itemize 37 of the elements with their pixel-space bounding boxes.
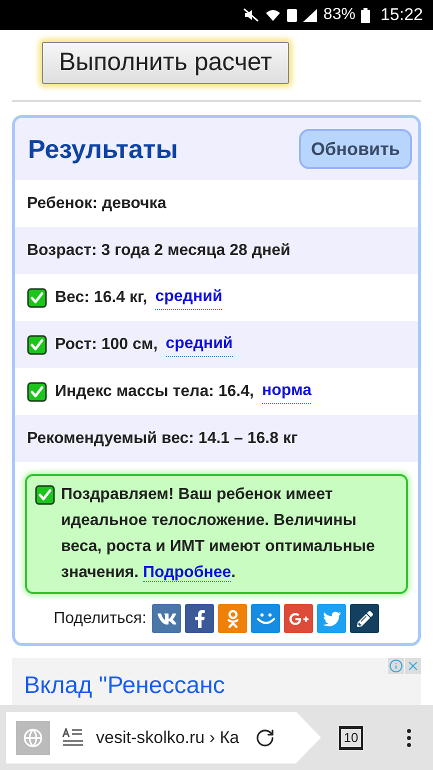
checkmark-icon xyxy=(27,382,47,402)
signal-icon xyxy=(303,8,318,22)
bird-icon xyxy=(322,610,341,628)
more-link[interactable]: Подробнее xyxy=(143,564,232,582)
result-text: Возраст: 3 года 2 месяца 28 дней xyxy=(27,240,290,260)
result-text: Вес: 16.4 кг, xyxy=(55,288,148,308)
result-text: Индекс массы тела: 16.4, xyxy=(55,382,254,402)
share-label: Поделиться: xyxy=(54,608,146,628)
reload-icon[interactable] xyxy=(255,728,276,748)
checkmark-icon xyxy=(27,288,47,308)
globe-icon xyxy=(16,720,50,754)
result-link[interactable]: средний xyxy=(166,332,233,357)
refresh-button[interactable]: Обновить xyxy=(299,129,412,169)
share-button[interactable] xyxy=(185,604,214,633)
smile-icon xyxy=(256,612,276,626)
result-text: Рекомендуемый вес: 14.1 – 16.8 кг xyxy=(27,428,298,448)
reader-icon[interactable] xyxy=(62,728,84,748)
result-link[interactable]: норма xyxy=(262,379,312,404)
result-link[interactable]: средний xyxy=(155,285,222,310)
mute-icon xyxy=(243,8,260,22)
wifi-icon xyxy=(265,8,282,22)
calculate-button[interactable]: Выполнить расчет xyxy=(42,42,289,84)
battery-icon xyxy=(361,8,370,22)
pencil-icon xyxy=(356,610,373,626)
checkmark-icon xyxy=(35,485,55,505)
clock: 15:22 xyxy=(380,4,423,26)
battery-percent: 83% xyxy=(323,5,356,25)
tabs-button[interactable]: 10 xyxy=(339,726,363,750)
results-title: Результаты xyxy=(28,132,178,166)
address-bar[interactable]: vesit-skolko.ru › Ка xyxy=(6,712,321,764)
verdict-text: Поздравляем! Ваш ребенок имеет идеальное телосложение. Величины веса, роста и ИМТ имеют оптимальные значения. Подробнее. xyxy=(61,485,376,584)
checkmark-icon xyxy=(27,334,47,354)
result-text: Рост: 100 см, xyxy=(55,334,158,354)
result-text: Ребенок: девочка xyxy=(27,194,166,214)
share-button[interactable] xyxy=(350,604,380,633)
share-button[interactable] xyxy=(152,604,182,633)
url-text: vesit-skolko.ru › Ка xyxy=(96,726,240,749)
